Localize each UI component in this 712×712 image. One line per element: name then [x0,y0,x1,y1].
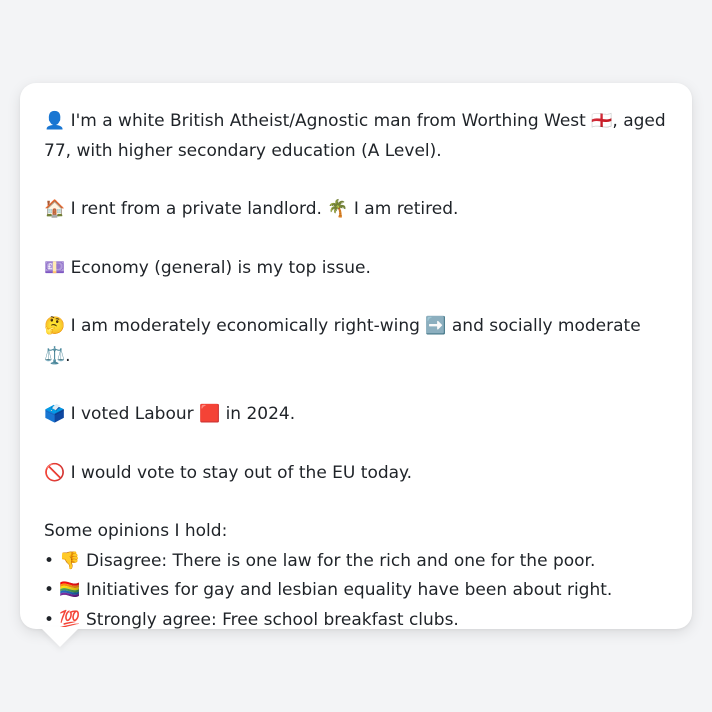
political-position-text: 🤔 I am moderately economically right-win… [44,316,641,366]
bubble-tail [40,627,80,647]
opinion-item: • 💯 Strongly agree: Free school breakfas… [44,609,459,630]
top-issue-text: 💷 Economy (general) is my top issue. [44,257,371,278]
vote-history-text: 🗳️ I voted Labour 🟥 in 2024. [44,404,296,424]
housing-text: 🏠 I rent from a private landlord. 🌴 I am… [44,199,459,219]
intro-text: 👤 I'm a white British Atheist/Agnostic m… [44,111,666,161]
opinions-heading: Some opinions I hold: [44,521,228,541]
opinion-item: • 🏳️‍🌈 Initiatives for gay and lesbian e… [44,580,613,600]
eu-stance-text: 🚫 I would vote to stay out of the EU tod… [44,462,413,483]
opinion-item: • 👎 Disagree: There is one law for the r… [44,550,596,571]
persona-chat-bubble: 👤 I'm a white British Atheist/Agnostic m… [20,83,692,630]
